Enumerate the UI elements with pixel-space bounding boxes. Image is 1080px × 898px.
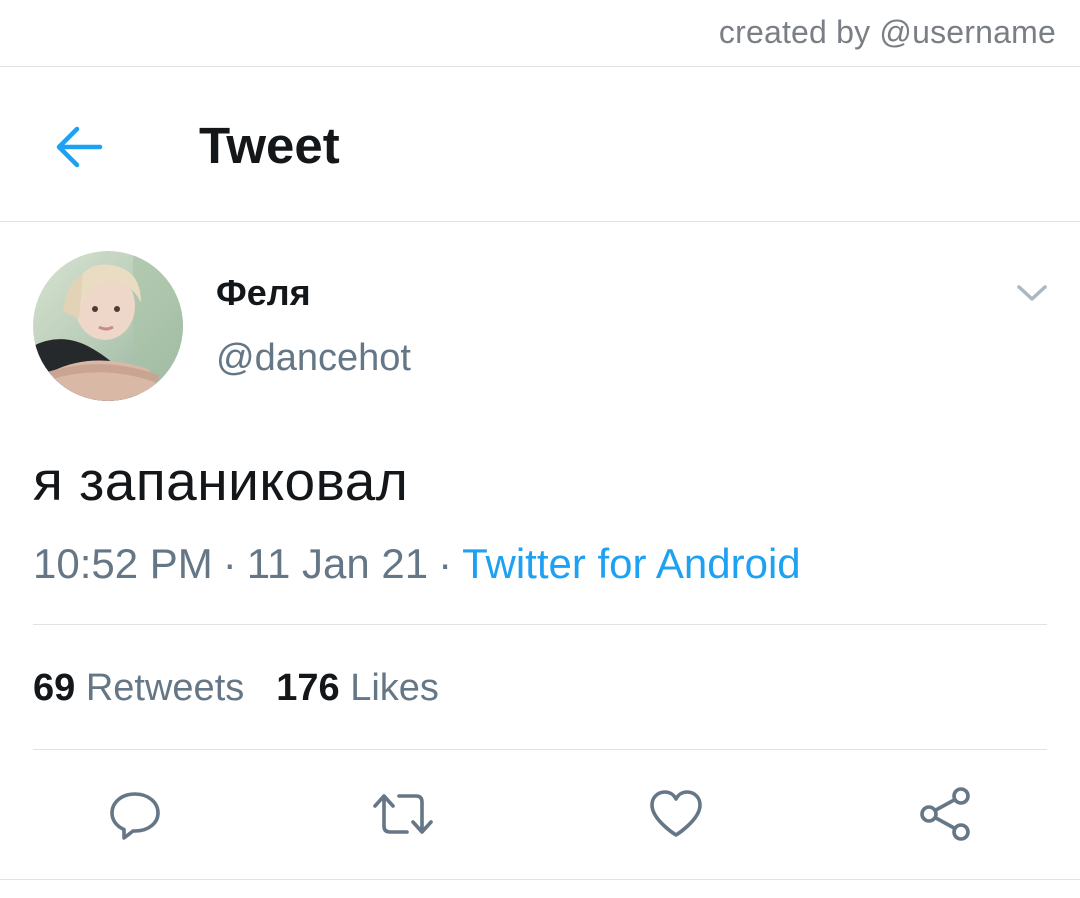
reply-button[interactable] [103,784,167,844]
avatar[interactable] [33,251,183,401]
share-button[interactable] [913,784,977,844]
meta-divider [33,624,1047,625]
meta-separator: · [438,540,453,587]
likes-stat[interactable]: 176 Likes [276,667,439,709]
tweet-text: я запаниковал [33,450,409,512]
tweet-stats: 69 Retweets 176 Likes [33,667,471,710]
chevron-down-icon [1017,285,1047,301]
more-options-button[interactable] [1012,276,1052,310]
header-divider [0,221,1080,222]
tweet-time: 10:52 PM [33,540,213,587]
likes-label: Likes [350,667,439,709]
page-title: Tweet [199,117,340,174]
like-button[interactable] [644,784,708,844]
author-display-name[interactable]: Феля [216,272,311,314]
meta-separator: · [222,540,237,587]
like-icon [650,790,702,837]
retweet-icon [373,794,433,834]
retweets-label: Retweets [85,667,245,709]
top-divider [0,66,1080,67]
share-icon [920,787,970,841]
author-handle[interactable]: @dancehot [216,337,411,380]
bottom-divider [0,879,1080,880]
tweet-date: 11 Jan 21 [246,540,429,587]
tweet-detail-screen: created by @username Tweet Феля @danceho… [0,0,1080,898]
retweets-count: 69 [33,667,76,709]
tweet-metadata: 10:52 PM · 11 Jan 21 · Twitter for Android [33,540,801,588]
profile-photo [33,251,183,401]
stats-divider [33,749,1047,750]
creator-watermark: created by @username [718,14,1056,50]
arrow-left-icon [56,126,103,168]
likes-count: 176 [276,667,340,709]
retweet-button[interactable] [371,784,435,844]
reply-icon [110,792,160,840]
tweet-source-link[interactable]: Twitter for Android [462,540,800,587]
back-button[interactable] [50,119,106,175]
retweets-stat[interactable]: 69 Retweets [33,667,244,709]
